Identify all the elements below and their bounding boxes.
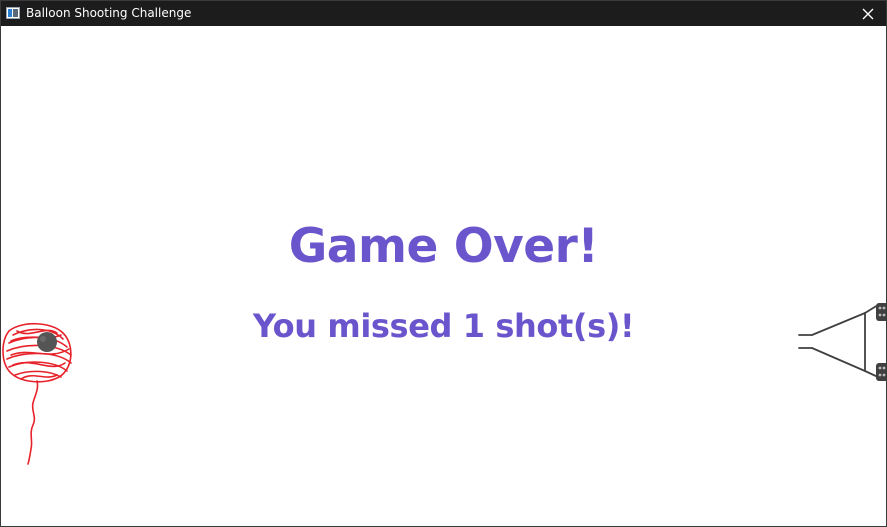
missed-shots-message: You missed 1 shot(s)! [252,307,635,345]
balloon-icon[interactable] [1,321,81,466]
close-button[interactable] [850,1,886,26]
cannon-icon[interactable] [796,301,887,386]
title-bar: Balloon Shooting Challenge [1,1,886,26]
game-canvas[interactable]: Game Over! You missed 1 shot(s)! [1,26,886,526]
bullet-icon [37,332,57,352]
window-title: Balloon Shooting Challenge [26,6,192,20]
game-over-heading: Game Over! [1,219,886,275]
close-icon [862,8,874,19]
game-over-text: Game Over! [288,219,599,274]
game-window: Balloon Shooting Challenge Game Over! Yo… [0,0,887,527]
window-app-icon [6,7,20,19]
